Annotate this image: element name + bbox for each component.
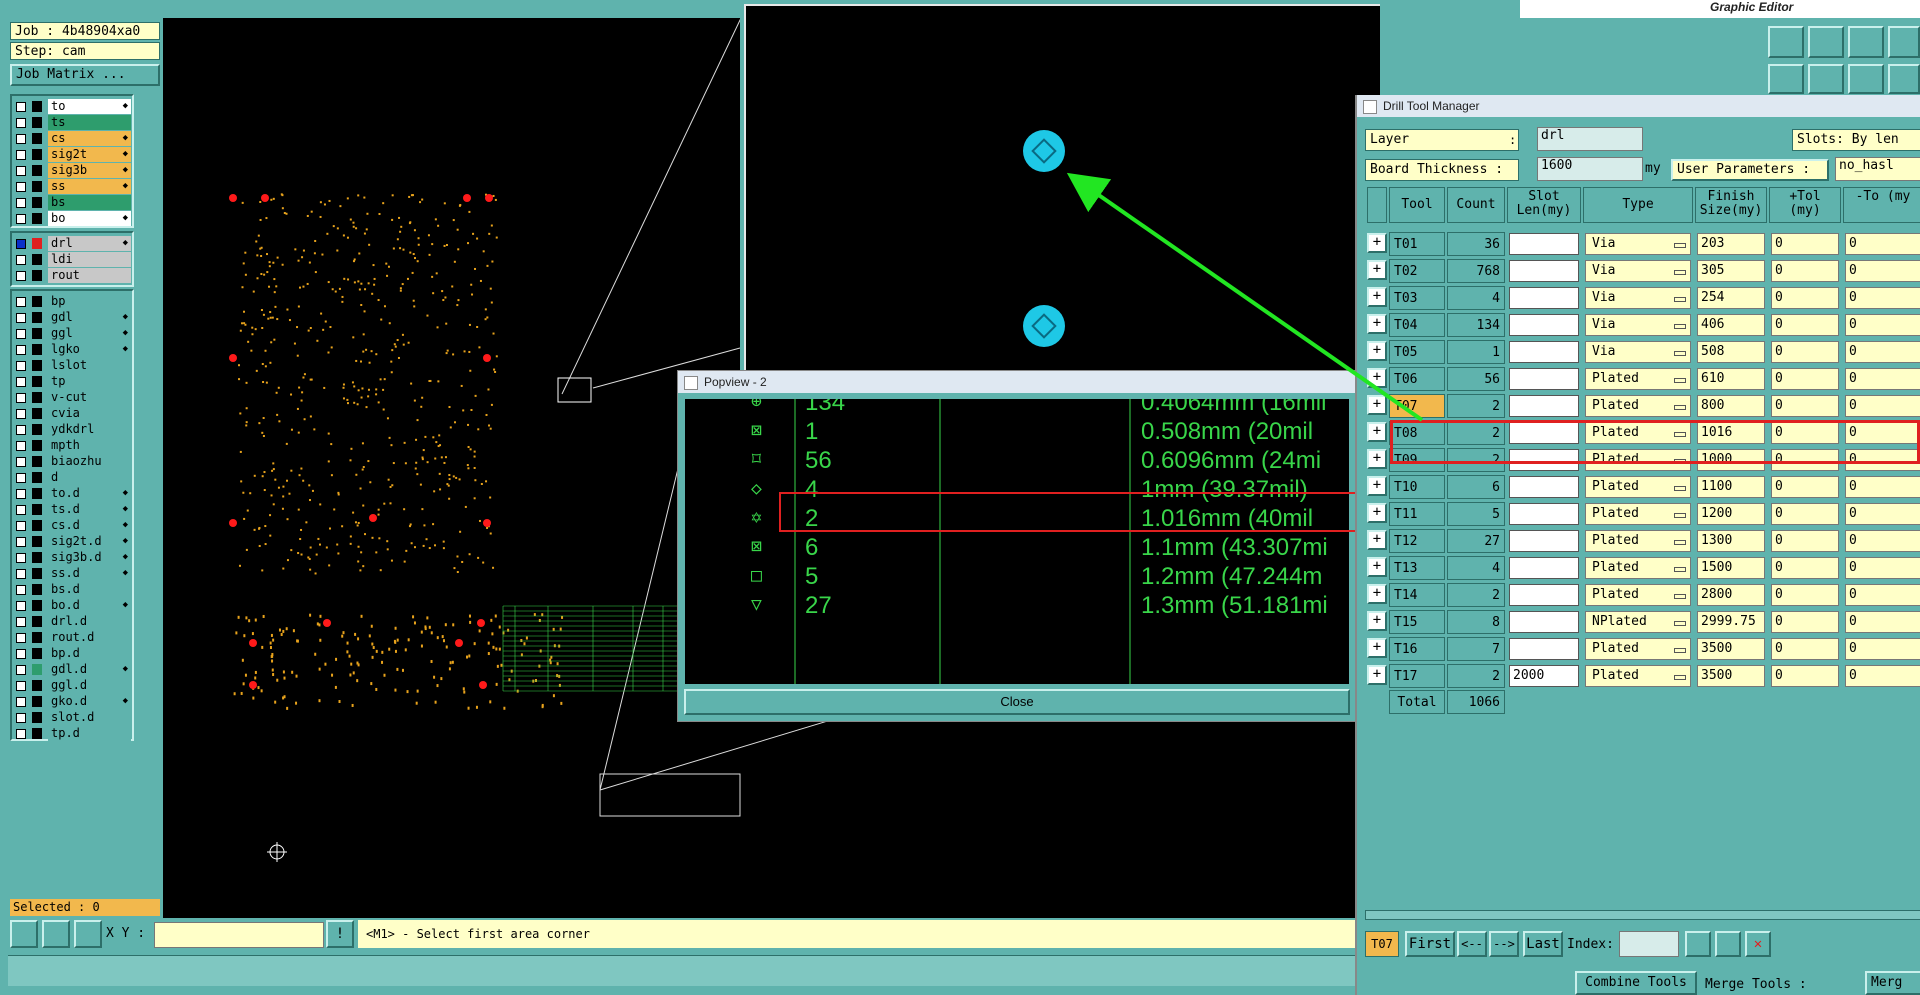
green-arrow-annotation bbox=[1066, 172, 1424, 422]
